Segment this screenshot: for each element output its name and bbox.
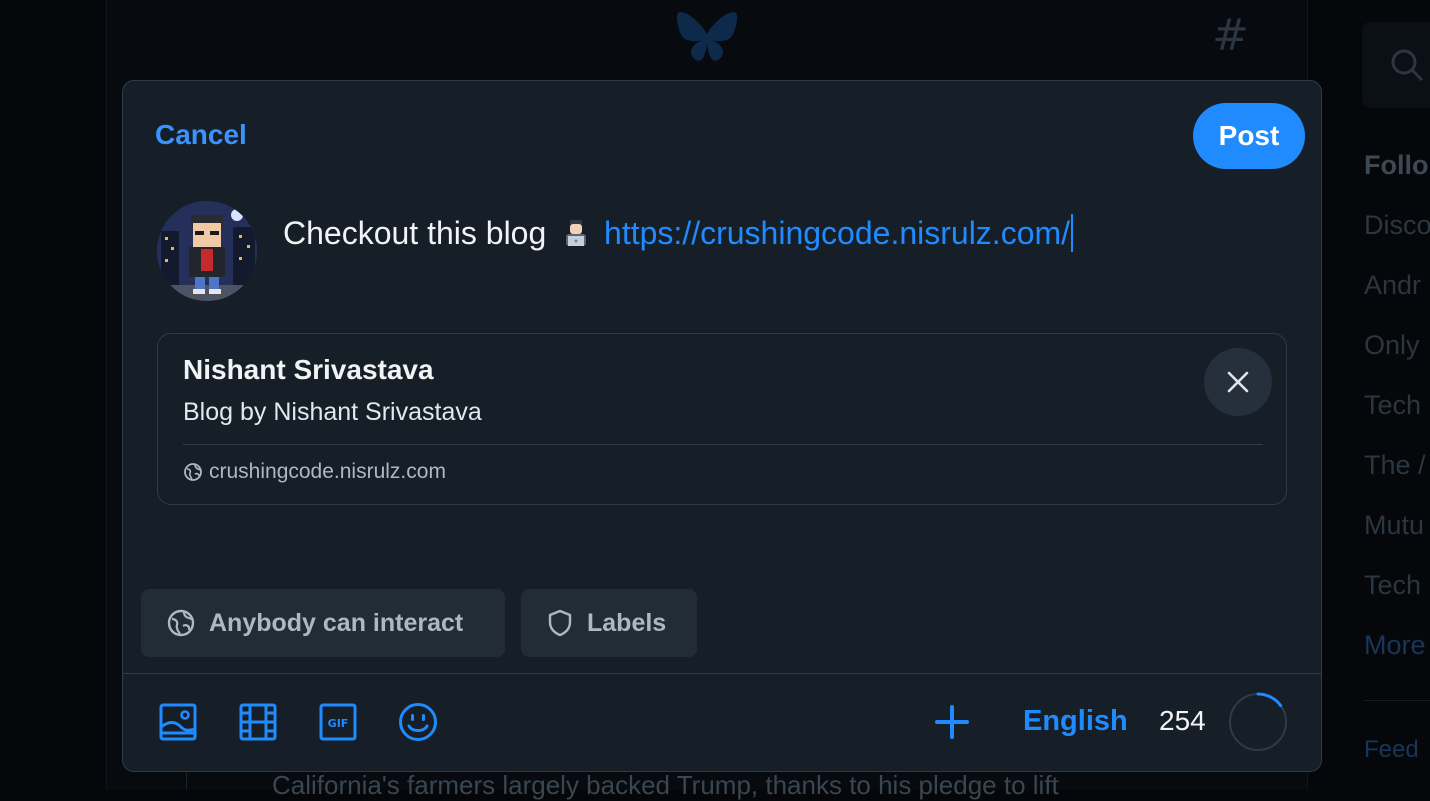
plus-icon — [935, 705, 969, 739]
feed-post-text: California's farmers largely backed Trum… — [272, 770, 1059, 800]
link-card-domain: crushingcode.nisrulz.com — [209, 460, 446, 483]
close-icon — [1227, 371, 1249, 393]
remove-link-card-button[interactable] — [1204, 348, 1272, 416]
post-button[interactable]: Post — [1193, 103, 1305, 169]
thread-rail — [186, 770, 187, 790]
text-cursor — [1071, 214, 1074, 252]
add-video-button[interactable] — [237, 701, 279, 743]
compose-dialog: Cancel Post Checkout this blog https://c… — [122, 80, 1322, 772]
gif-icon: GIF — [319, 703, 357, 741]
video-icon — [239, 703, 277, 741]
technologist-emoji-icon — [566, 220, 587, 246]
sidebar-feed-item[interactable]: Andr — [1364, 270, 1421, 301]
link-preview-card[interactable]: Nishant Srivastava Blog by Nishant Sriva… — [157, 333, 1287, 505]
sidebar-feed-item[interactable]: The / — [1364, 450, 1426, 481]
sidebar-feed-item[interactable]: Tech — [1364, 390, 1421, 421]
add-image-button[interactable] — [157, 701, 199, 743]
sidebar-divider — [1364, 700, 1430, 701]
emoji-icon — [399, 703, 437, 741]
interaction-settings-label: Anybody can interact — [209, 608, 464, 637]
labels-label: Labels — [587, 608, 667, 637]
link-card-domain-row: crushingcode.nisrulz.com — [183, 460, 446, 484]
link-card-title: Nishant Srivastava — [183, 354, 434, 385]
toolbar-divider — [123, 673, 1321, 674]
cancel-button[interactable]: Cancel — [155, 119, 247, 151]
globe-icon — [184, 463, 202, 481]
link-card-description: Blog by Nishant Srivastava — [183, 398, 482, 426]
svg-text:GIF: GIF — [328, 717, 349, 730]
sidebar-feed-item[interactable]: Only — [1364, 330, 1420, 361]
bluesky-logo-icon — [676, 12, 738, 61]
sidebar-feed-item[interactable]: Mutu — [1364, 510, 1424, 541]
feedback-link[interactable]: Feed — [1364, 736, 1419, 764]
globe-icon — [167, 609, 195, 637]
sidebar-feed-item[interactable]: Tech — [1364, 570, 1421, 601]
character-progress-ring — [1228, 692, 1288, 752]
post-link[interactable]: https://crushingcode.nisrulz.com/ — [604, 215, 1070, 251]
sidebar-more-link[interactable]: More — [1364, 630, 1426, 661]
add-emoji-button[interactable] — [397, 701, 439, 743]
post-text: Checkout this blog — [283, 215, 547, 251]
avatar — [157, 201, 257, 301]
sidebar-feed-item[interactable]: Disco — [1364, 210, 1430, 241]
language-selector[interactable]: English — [1023, 705, 1128, 738]
interaction-settings-button[interactable]: Anybody can interact — [141, 589, 505, 657]
sidebar-title: Follo — [1364, 150, 1429, 180]
search-icon — [1391, 49, 1424, 82]
link-card-divider — [183, 444, 1263, 445]
add-thread-post-button[interactable] — [931, 701, 973, 743]
character-counter: 254 — [1159, 705, 1206, 736]
hashtag-icon[interactable]: # — [1212, 14, 1256, 58]
image-icon — [159, 703, 197, 741]
post-text-input[interactable]: Checkout this blog https://crushingcode.… — [283, 211, 1293, 255]
add-gif-button[interactable]: GIF — [317, 701, 359, 743]
shield-icon — [548, 609, 572, 637]
labels-button[interactable]: Labels — [521, 589, 697, 657]
